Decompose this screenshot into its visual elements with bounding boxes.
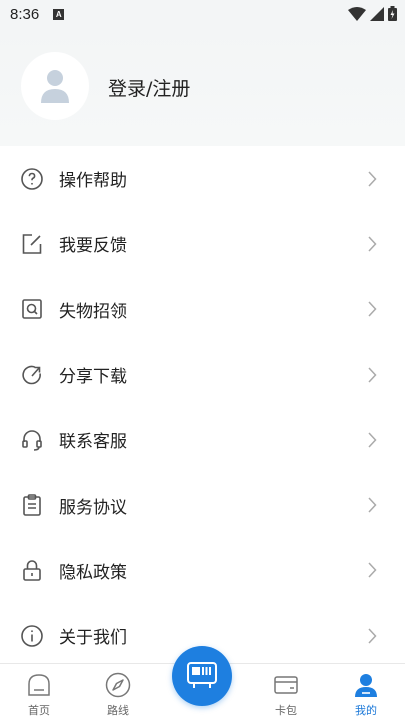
clipboard-icon [23,494,41,516]
tab-mine[interactable]: 我的 [336,664,396,721]
battery-icon [388,6,397,21]
menu-item-share[interactable]: 分享下载 [0,342,405,407]
navigation-icon [105,672,131,698]
search-box-icon [22,299,42,320]
signal-icon [370,6,384,21]
tab-route[interactable]: 路线 [88,664,148,721]
notification-icon: A [53,8,65,20]
chevron-right-icon [368,171,377,187]
chevron-right-icon [368,432,377,448]
help-circle-icon [21,167,43,190]
info-icon [21,624,43,647]
menu-item-feedback[interactable]: 我要反馈 [0,211,405,276]
profile-header[interactable]: 登录/注册 [0,28,405,146]
tab-label: 首页 [28,704,50,717]
user-icon [355,674,377,697]
tab-label: 卡包 [275,704,297,717]
menu-label: 分享下载 [59,367,127,388]
chevron-right-icon [368,236,377,252]
menu-label: 我要反馈 [59,236,127,257]
home-icon [28,674,50,696]
edit-icon [22,234,42,254]
avatar[interactable] [21,52,89,120]
headset-icon [22,430,42,451]
menu-item-lost-found[interactable]: 失物招领 [0,277,405,342]
menu-label: 失物招领 [59,301,127,322]
wifi-icon [348,6,366,21]
tab-home[interactable]: 首页 [9,664,69,721]
chevron-right-icon [368,497,377,513]
menu-label: 隐私政策 [59,562,127,583]
menu-label: 操作帮助 [59,171,127,192]
card-icon [274,676,298,694]
qr-bus-icon [187,662,217,688]
menu-item-help[interactable]: 操作帮助 [0,146,405,211]
menu-label: 联系客服 [59,432,127,453]
ride-code-button[interactable] [172,646,232,706]
menu-item-service-agreement[interactable]: 服务协议 [0,472,405,537]
chevron-right-icon [368,301,377,317]
chevron-right-icon [368,562,377,578]
chevron-right-icon [368,628,377,644]
status-time: 8:36 [10,5,40,23]
share-icon [22,365,41,384]
tab-label: 我的 [355,704,377,717]
status-icons [348,6,397,21]
menu-item-support[interactable]: 联系客服 [0,407,405,472]
menu-label: 服务协议 [59,497,127,518]
lock-icon [23,560,41,582]
default-avatar-icon [41,70,69,103]
login-register-link[interactable]: 登录/注册 [108,74,190,101]
status-bar: 8:36 A [0,0,405,28]
menu-label: 关于我们 [59,628,127,649]
chevron-right-icon [368,367,377,383]
tab-label: 路线 [107,704,129,717]
menu-item-privacy[interactable]: 隐私政策 [0,538,405,603]
tab-card-wallet[interactable]: 卡包 [256,664,316,721]
settings-menu: 操作帮助 我要反馈 失物招领 分享下载 联系客服 服务协议 隐私政策 关于我们 [0,146,405,668]
